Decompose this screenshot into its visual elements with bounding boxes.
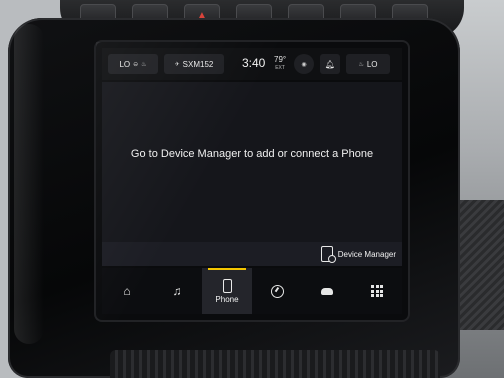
nav-controls[interactable]	[252, 268, 302, 314]
grid-icon	[371, 285, 383, 297]
driver-profile-button[interactable]: ◉	[294, 54, 314, 74]
gauge-icon	[270, 284, 284, 298]
outside-temp-label: EXT	[275, 65, 285, 71]
lower-vent	[110, 350, 440, 378]
radio-status[interactable]: ✈ SXM152	[164, 54, 224, 74]
bezel-reflection	[14, 24, 44, 344]
device-manager-label: Device Manager	[337, 249, 396, 259]
phone-main-panel: Go to Device Manager to add or connect a…	[102, 82, 402, 242]
nav-phone[interactable]: Phone	[202, 268, 252, 314]
music-note-icon: ♫	[172, 284, 182, 298]
seat-heat-right-icon: ♨	[358, 61, 364, 68]
infotainment-screen: LO ⊖ ♨ ✈ SXM152 3:40 79° EXT ◉ 🔔︎ ♨ LO G…	[96, 42, 408, 320]
seat-status[interactable]: ♨ LO	[346, 54, 390, 74]
nav-apps[interactable]	[352, 268, 402, 314]
phone-icon	[222, 278, 232, 293]
clock: 3:40	[242, 56, 266, 70]
seat-heat-icon: ♨	[141, 61, 147, 68]
nav-media[interactable]: ♫	[152, 268, 202, 314]
nav-vehicle[interactable]	[302, 268, 352, 314]
bell-icon: 🔔︎	[324, 59, 336, 69]
fan-status[interactable]: LO ⊖ ♨	[108, 54, 158, 74]
car-icon	[321, 287, 333, 295]
device-manager-icon	[320, 246, 336, 263]
device-manager-button[interactable]: Device Manager	[320, 245, 396, 263]
home-icon: ⌂	[123, 284, 131, 298]
nav-phone-label: Phone	[215, 294, 239, 304]
device-manager-bar: Device Manager	[102, 242, 402, 266]
satellite-radio-icon: ✈	[174, 61, 180, 68]
outside-temperature: 79° EXT	[274, 56, 286, 72]
profile-icon: ◉	[301, 61, 307, 68]
fan-level-label: LO	[119, 59, 131, 69]
status-bar: LO ⊖ ♨ ✈ SXM152 3:40 79° EXT ◉ 🔔︎ ♨ LO	[102, 48, 402, 80]
radio-station-label: SXM152	[182, 59, 214, 69]
notifications-button[interactable]: 🔔︎	[320, 54, 340, 74]
steering-wheel-heat-icon: ⊖	[133, 61, 139, 68]
outside-temp-value: 79°	[274, 55, 287, 64]
bottom-nav: ⌂ ♫ Phone	[102, 268, 402, 314]
no-phone-message: Go to Device Manager to add or connect a…	[130, 148, 374, 160]
seat-level-label: LO	[366, 59, 378, 69]
nav-home[interactable]: ⌂	[102, 268, 152, 314]
